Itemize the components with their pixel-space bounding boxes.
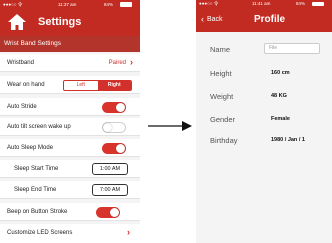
toggle-knob bbox=[103, 123, 112, 132]
status-time: 11:41 am bbox=[252, 1, 271, 6]
left-hand-option[interactable]: Left bbox=[64, 81, 98, 90]
hand-segmented-control: Left Right bbox=[63, 80, 132, 91]
auto-stride-toggle[interactable] bbox=[102, 102, 126, 113]
weight-value[interactable]: 48 KG bbox=[271, 93, 287, 99]
battery-icon bbox=[120, 2, 132, 7]
battery-percent: 84% bbox=[104, 2, 114, 7]
name-input[interactable]: File bbox=[264, 43, 320, 54]
birthday-value[interactable]: 1980 / Jan / 1 bbox=[271, 137, 305, 143]
wristband-label: Wristband bbox=[7, 60, 34, 66]
height-label: Height bbox=[210, 69, 232, 78]
name-row: Name File bbox=[196, 38, 332, 62]
sleep-end-label: Sleep End Time bbox=[14, 187, 57, 193]
page-title: Settings bbox=[38, 16, 82, 28]
toggle-knob bbox=[116, 144, 125, 153]
weight-label: Weight bbox=[210, 92, 234, 101]
chevron-right-icon: › bbox=[127, 227, 130, 237]
auto-tilt-toggle[interactable] bbox=[102, 122, 126, 133]
auto-tilt-label: Auto tilt screen wake up bbox=[7, 124, 71, 130]
birthday-label: Birthday bbox=[210, 136, 238, 145]
height-value[interactable]: 160 cm bbox=[271, 70, 290, 76]
birthday-row[interactable]: Birthday 1980 / Jan / 1 bbox=[196, 129, 332, 153]
gender-label: Gender bbox=[210, 115, 236, 124]
battery-percent: 84% bbox=[296, 1, 306, 6]
customize-led-label: Customize LED Screens bbox=[7, 230, 73, 236]
section-header: Wrist Band Settings bbox=[0, 36, 140, 52]
auto-tilt-row: Auto tilt screen wake up bbox=[0, 118, 140, 136]
name-label: Name bbox=[210, 45, 231, 54]
customize-led-row[interactable]: Customize LED Screens › bbox=[0, 224, 140, 243]
height-row[interactable]: Height 160 cm bbox=[196, 62, 332, 86]
home-icon[interactable] bbox=[7, 13, 27, 31]
profile-screen: ●●●○○ 令 11:41 am 84% ‹ Back Profile Name… bbox=[196, 0, 332, 243]
wear-on-hand-row: Wear on hand Left Right bbox=[0, 76, 140, 94]
beep-row: Beep on Button Stroke bbox=[0, 203, 140, 221]
beep-label: Beep on Button Stroke bbox=[7, 209, 68, 215]
wear-on-hand-label: Wear on hand bbox=[7, 82, 45, 88]
right-hand-option[interactable]: Right bbox=[97, 81, 131, 90]
auto-stride-label: Auto Stride bbox=[7, 104, 37, 110]
page-title: Profile bbox=[254, 14, 286, 25]
status-time: 11:37 am bbox=[58, 2, 77, 7]
carrier-signal: ●●●○○ 令 bbox=[199, 1, 219, 6]
toggle-knob bbox=[110, 208, 119, 217]
settings-screen: ●●●○○ 令 11:37 am 84% Settings Wrist Band… bbox=[0, 0, 140, 243]
arrow-right-icon bbox=[148, 121, 192, 131]
sleep-end-row: Sleep End Time 7:00 AM bbox=[0, 181, 140, 199]
wristband-row[interactable]: Wristband Paired › bbox=[0, 54, 140, 72]
settings-header: Settings bbox=[0, 10, 140, 36]
beep-toggle[interactable] bbox=[96, 207, 120, 218]
status-bar: ●●●○○ 令 11:37 am 84% bbox=[0, 0, 140, 10]
sleep-start-time-field[interactable]: 1:00 AM bbox=[92, 163, 128, 175]
sleep-start-label: Sleep Start Time bbox=[14, 166, 59, 172]
carrier-signal: ●●●○○ 令 bbox=[3, 2, 23, 7]
sleep-start-row: Sleep Start Time 1:00 AM bbox=[0, 160, 140, 178]
toggle-knob bbox=[116, 103, 125, 112]
profile-header: ‹ Back Profile bbox=[196, 8, 332, 32]
wristband-status: Paired bbox=[108, 60, 126, 66]
auto-sleep-toggle[interactable] bbox=[102, 143, 126, 154]
chevron-left-icon[interactable]: ‹ bbox=[201, 14, 204, 24]
auto-sleep-row: Auto Sleep Mode bbox=[0, 139, 140, 157]
gender-value[interactable]: Female bbox=[271, 116, 290, 122]
battery-icon bbox=[312, 2, 324, 6]
auto-stride-row: Auto Stride bbox=[0, 98, 140, 116]
sleep-end-time-field[interactable]: 7:00 AM bbox=[92, 184, 128, 196]
auto-sleep-label: Auto Sleep Mode bbox=[7, 145, 54, 151]
chevron-right-icon: › bbox=[130, 57, 133, 67]
back-button[interactable]: Back bbox=[207, 16, 223, 23]
weight-row[interactable]: Weight 48 KG bbox=[196, 85, 332, 109]
status-bar: ●●●○○ 令 11:41 am 84% bbox=[196, 0, 332, 8]
